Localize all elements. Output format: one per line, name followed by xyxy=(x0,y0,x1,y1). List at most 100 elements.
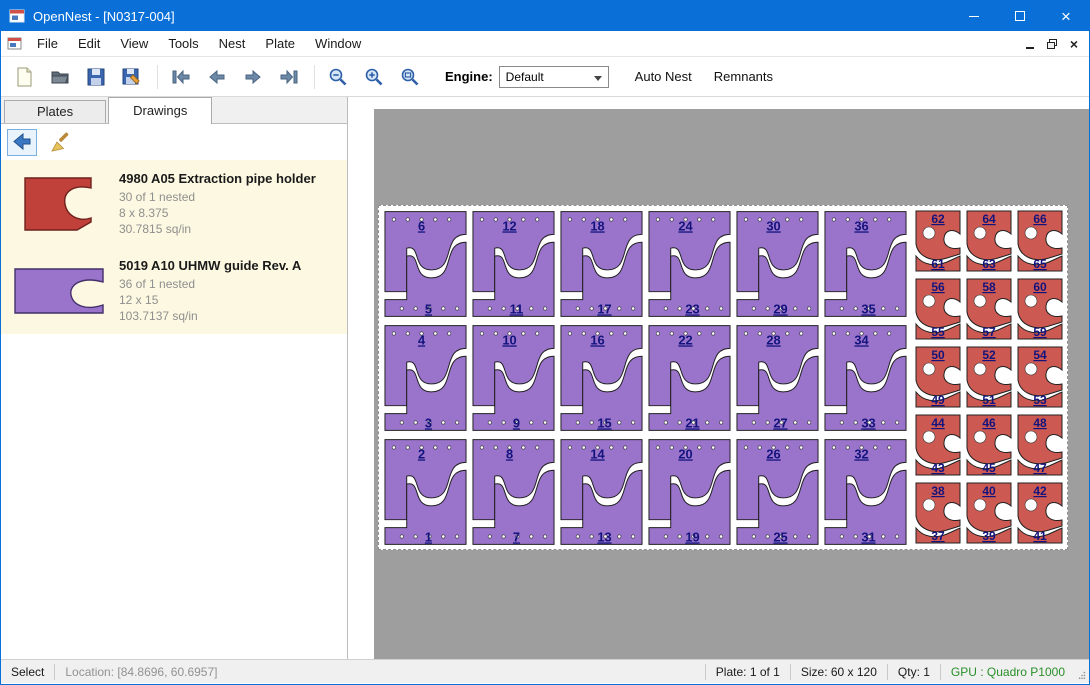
plate-sheet[interactable]: 6512111817242330293635431091615222128273… xyxy=(378,205,1068,550)
nest-cell-red[interactable]: 4039 xyxy=(964,480,1014,546)
engine-select[interactable]: Default xyxy=(499,66,609,88)
nest-canvas[interactable]: 6512111817242330293635431091615222128273… xyxy=(348,97,1089,659)
menu-edit[interactable]: Edit xyxy=(68,33,110,55)
menu-view[interactable]: View xyxy=(110,33,158,55)
nest-cell-red[interactable]: 5251 xyxy=(964,344,1014,410)
nest-cell-red[interactable]: 42 41 xyxy=(1015,480,1065,546)
part-number: 29 xyxy=(773,301,787,316)
save-button[interactable] xyxy=(81,62,111,92)
part-number: 41 xyxy=(1033,529,1047,543)
save-as-button[interactable] xyxy=(117,62,147,92)
nest-cell-purple[interactable]: 1615 xyxy=(558,322,645,434)
part-number: 50 xyxy=(931,348,945,362)
menu-bar: File Edit View Tools Nest Plate Window × xyxy=(1,31,1089,57)
open-file-button[interactable] xyxy=(45,62,75,92)
nest-cell-purple[interactable]: 1211 xyxy=(470,208,557,320)
nav-prev-button[interactable] xyxy=(202,62,232,92)
zoom-fit-button[interactable] xyxy=(395,62,425,92)
part-number: 2 xyxy=(418,446,425,461)
close-button[interactable]: × xyxy=(1043,1,1089,31)
nav-next-button[interactable] xyxy=(238,62,268,92)
status-bar: Select Location: [84.8696, 60.6957] Plat… xyxy=(1,659,1089,683)
nest-cell-purple[interactable]: 3231 xyxy=(822,436,909,548)
nav-last-button[interactable] xyxy=(274,62,304,92)
nav-next-icon xyxy=(242,66,264,88)
remnants-button[interactable]: Remnants xyxy=(712,65,775,88)
nest-cell-red[interactable]: 5857 xyxy=(964,276,1014,342)
nest-cell-purple[interactable]: 1413 xyxy=(558,436,645,548)
nest-cell-red[interactable]: 6463 xyxy=(964,208,1014,274)
nest-cell-red[interactable]: 6059 xyxy=(1015,276,1065,342)
list-item[interactable]: 4980 A05 Extraction pipe holder 30 of 1 … xyxy=(1,160,347,247)
nest-cell-red[interactable]: 6261 xyxy=(913,208,963,274)
maximize-icon xyxy=(1015,11,1025,21)
auto-nest-button[interactable]: Auto Nest xyxy=(633,65,694,88)
nest-cell-purple[interactable]: 2423 xyxy=(646,208,733,320)
broom-icon xyxy=(49,131,71,153)
nest-cell-purple[interactable]: 43 xyxy=(382,322,469,434)
panel-tabstrip: Plates Drawings xyxy=(1,97,347,124)
part-number: 15 xyxy=(597,415,611,430)
nest-cell-red[interactable]: 5453 xyxy=(1015,344,1065,410)
nest-cell-red[interactable]: 5049 xyxy=(913,344,963,410)
nest-cell-red[interactable]: 56 55 xyxy=(913,276,963,342)
resize-grip-icon[interactable] xyxy=(1075,660,1089,683)
toolbar-separator xyxy=(157,65,158,89)
nest-cell-purple[interactable]: 21 xyxy=(382,436,469,548)
part-number: 40 xyxy=(982,484,996,498)
nest-cell-purple[interactable]: 2019 xyxy=(646,436,733,548)
nest-cell-red[interactable]: 6665 xyxy=(1015,208,1065,274)
main-toolbar: Engine: Default Auto Nest Remnants xyxy=(1,57,1089,97)
part-number: 55 xyxy=(931,325,945,339)
part-number: 57 xyxy=(982,325,996,339)
menu-plate[interactable]: Plate xyxy=(255,33,305,55)
nest-cell-purple[interactable]: 3433 xyxy=(822,322,909,434)
nav-prev-icon xyxy=(206,66,228,88)
part-number: 56 xyxy=(931,280,945,294)
part-number: 12 xyxy=(502,218,516,233)
nav-first-button[interactable] xyxy=(166,62,196,92)
drawing-area: 103.7137 sq/in xyxy=(119,308,339,324)
maximize-button[interactable] xyxy=(997,1,1043,31)
nest-cell-purple[interactable]: 3029 xyxy=(734,208,821,320)
nest-cell-purple[interactable]: 2827 xyxy=(734,322,821,434)
status-gpu: GPU : Quadro P1000 xyxy=(941,665,1075,679)
menu-nest[interactable]: Nest xyxy=(209,33,256,55)
minimize-icon xyxy=(969,16,979,17)
menu-file[interactable]: File xyxy=(27,33,68,55)
save-icon xyxy=(85,66,107,88)
nest-cell-purple[interactable]: 3635 xyxy=(822,208,909,320)
part-number: 42 xyxy=(1033,484,1047,498)
mdi-minimize-button[interactable] xyxy=(1019,34,1041,54)
nest-cell-purple[interactable]: 1817 xyxy=(558,208,645,320)
nest-cell-red[interactable]: 3837 xyxy=(913,480,963,546)
new-file-button[interactable] xyxy=(9,62,39,92)
zoom-in-button[interactable] xyxy=(359,62,389,92)
window-title: OpenNest - [N0317-004] xyxy=(33,9,951,24)
nest-cell-purple[interactable]: 87 xyxy=(470,436,557,548)
chevron-down-icon xyxy=(594,76,602,81)
menu-tools[interactable]: Tools xyxy=(158,33,208,55)
nest-cell-purple[interactable]: 109 xyxy=(470,322,557,434)
nest-cell-red[interactable]: 4645 xyxy=(964,412,1014,478)
mdi-close-button[interactable]: × xyxy=(1063,34,1085,54)
nest-cell-red[interactable]: 4443 xyxy=(913,412,963,478)
part-number: 45 xyxy=(982,461,996,475)
tab-drawings[interactable]: Drawings xyxy=(108,97,212,124)
tab-plates[interactable]: Plates xyxy=(4,100,106,123)
nest-cell-purple[interactable]: 65 xyxy=(382,208,469,320)
part-number: 3 xyxy=(425,415,432,430)
minimize-button[interactable] xyxy=(951,1,997,31)
part-number: 60 xyxy=(1033,280,1047,294)
part-number: 25 xyxy=(773,529,787,544)
clear-drawings-button[interactable] xyxy=(45,129,75,156)
part-number: 47 xyxy=(1033,461,1047,475)
list-item[interactable]: 5019 A10 UHMW guide Rev. A 36 of 1 neste… xyxy=(1,247,347,334)
nest-cell-red[interactable]: 4847 xyxy=(1015,412,1065,478)
import-drawing-button[interactable] xyxy=(7,129,37,156)
nest-cell-purple[interactable]: 2221 xyxy=(646,322,733,434)
zoom-out-button[interactable] xyxy=(323,62,353,92)
menu-window[interactable]: Window xyxy=(305,33,371,55)
nest-cell-purple[interactable]: 2625 xyxy=(734,436,821,548)
mdi-restore-button[interactable] xyxy=(1041,34,1063,54)
